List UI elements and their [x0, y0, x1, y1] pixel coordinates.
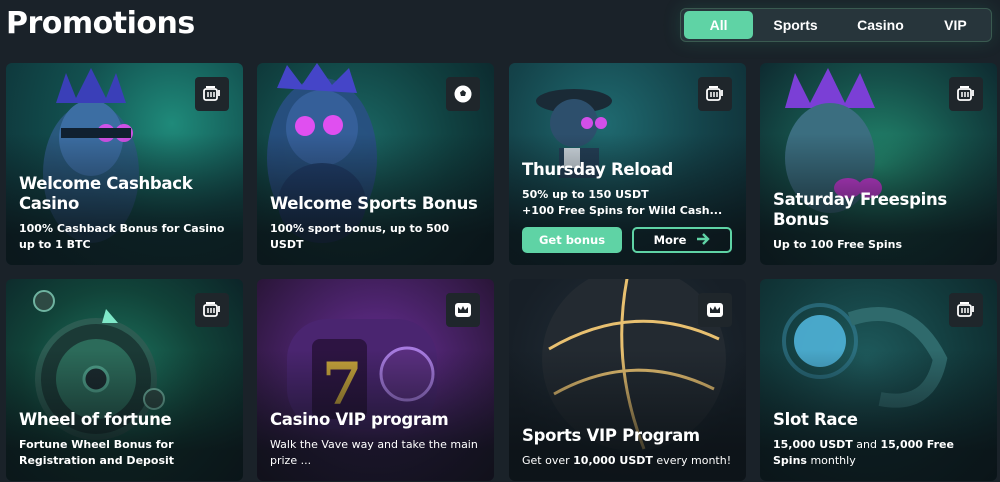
promo-description: 100% sport bonus, up to 500 USDT — [270, 222, 450, 251]
promo-card-welcome-cashback[interactable]: Welcome Cashback Casino 100% Cashback Bo… — [6, 63, 243, 265]
promo-card-slot-race[interactable]: Slot Race 15,000 USDT and 15,000 Free Sp… — [760, 279, 997, 481]
promo-title: Sports VIP Program — [522, 426, 700, 445]
promo-card-sports-vip[interactable]: Sports VIP Program Get over 10,000 USDT … — [509, 279, 746, 481]
more-button-label: More — [653, 233, 687, 247]
arrow-right-icon — [696, 232, 711, 248]
more-button[interactable]: More — [632, 227, 732, 253]
promo-description-line: 50% up to 150 USDT — [522, 188, 649, 201]
soccer-ball-icon — [446, 77, 480, 111]
promo-title: Slot Race — [773, 410, 858, 429]
tab-vip[interactable]: VIP — [923, 11, 988, 39]
promotion-filter-tabs: All Sports Casino VIP — [680, 8, 992, 42]
promo-title: Welcome Cashback Casino — [19, 174, 193, 213]
slot-icon — [949, 293, 983, 327]
promo-card-saturday-freespins[interactable]: Saturday Freespins Bonus Up to 100 Free … — [760, 63, 997, 265]
slot-icon — [698, 77, 732, 111]
promo-title: Welcome Sports Bonus — [270, 194, 478, 213]
slot-icon — [949, 77, 983, 111]
promo-description-part: every month! — [652, 454, 732, 467]
slot-icon — [195, 77, 229, 111]
promo-description: 100% Cashback Bonus for Casino up to 1 B… — [19, 222, 225, 251]
promo-card-casino-vip[interactable]: 7 Casino VIP program Walk the Vave way a… — [257, 279, 494, 481]
promo-description-line: +100 Free Spins for Wild Cash... — [522, 204, 723, 217]
promo-description: Walk the Vave way and take the main priz… — [270, 438, 478, 467]
promo-card-thursday-reload[interactable]: Thursday Reload 50% up to 150 USDT +100 … — [509, 63, 746, 265]
promo-description-highlight: 10,000 USDT — [573, 454, 653, 467]
promo-title: Casino VIP program — [270, 410, 449, 429]
promo-title: Wheel of fortune — [19, 410, 172, 429]
crown-icon — [446, 293, 480, 327]
promo-description-part: monthly — [806, 454, 856, 467]
promo-description: Fortune Wheel Bonus for Registration and… — [19, 438, 175, 467]
promo-description: 15,000 USDT and 15,000 Free Spins monthl… — [773, 437, 985, 469]
tab-all[interactable]: All — [684, 11, 754, 39]
promo-description-part: Get over — [522, 454, 574, 467]
page-title: Promotions — [6, 6, 195, 41]
promo-title: Saturday Freespins Bonus — [773, 190, 947, 229]
promo-title: Thursday Reload — [522, 160, 673, 179]
promo-card-wheel-of-fortune[interactable]: Wheel of fortune Fortune Wheel Bonus for… — [6, 279, 243, 481]
promo-description: Get over 10,000 USDT every month! — [522, 453, 734, 469]
tab-sports[interactable]: Sports — [753, 11, 838, 39]
crown-icon — [698, 293, 732, 327]
slot-icon — [195, 293, 229, 327]
promo-description-part: and — [852, 438, 881, 451]
get-bonus-button[interactable]: Get bonus — [522, 227, 622, 253]
tab-casino[interactable]: Casino — [838, 11, 923, 39]
promo-description-highlight: 15,000 USDT — [773, 438, 853, 451]
promo-card-welcome-sports[interactable]: Welcome Sports Bonus 100% sport bonus, u… — [257, 63, 494, 265]
promo-description: Up to 100 Free Spins — [773, 238, 903, 251]
promo-description: 50% up to 150 USDT +100 Free Spins for W… — [522, 187, 734, 219]
